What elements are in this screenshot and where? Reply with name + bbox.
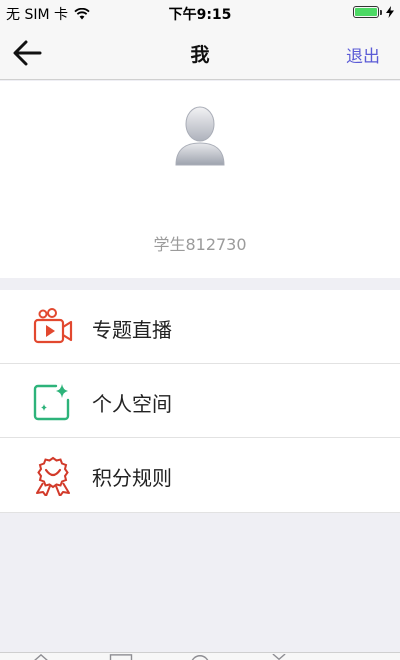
default-avatar-icon[interactable]: [174, 105, 226, 167]
menu-item-label: 个人空间: [92, 392, 172, 416]
username-label: 学生812730: [153, 235, 247, 254]
video-camera-icon: [33, 308, 73, 344]
menu-item-label: 专题直播: [92, 318, 172, 342]
status-bar: 无 SIM 卡 下午9:15: [0, 0, 400, 26]
menu-list: 专题直播 个人空间 积分规则: [0, 290, 400, 513]
menu-item-live-topics[interactable]: 专题直播: [0, 290, 400, 364]
profile-icon[interactable]: [268, 654, 290, 660]
menu-item-points-rules[interactable]: 积分规则: [0, 438, 400, 513]
logout-button[interactable]: 退出: [346, 42, 380, 67]
sparkle-frame-icon: [33, 384, 70, 421]
battery-icon: [353, 6, 382, 18]
status-time: 下午9:15: [168, 7, 232, 23]
award-ribbon-icon: [36, 456, 70, 496]
compass-icon[interactable]: [187, 654, 213, 660]
charging-bolt-icon: [386, 6, 394, 18]
menu-item-label: 积分规则: [92, 466, 172, 490]
book-icon[interactable]: [108, 654, 134, 660]
battery-tip: [380, 10, 382, 15]
nav-bar: 我 退出: [0, 26, 400, 80]
status-right: [353, 6, 394, 18]
home-icon[interactable]: [30, 654, 52, 660]
screen: 无 SIM 卡 下午9:15 我 退出 学生812730 专题直播 个人空间 积…: [0, 0, 400, 660]
page-title: 我: [190, 44, 210, 66]
tab-bar: [0, 652, 400, 660]
menu-item-personal-space[interactable]: 个人空间: [0, 364, 400, 438]
battery-level: [355, 8, 377, 16]
profile-header: 学生812730: [0, 81, 400, 278]
